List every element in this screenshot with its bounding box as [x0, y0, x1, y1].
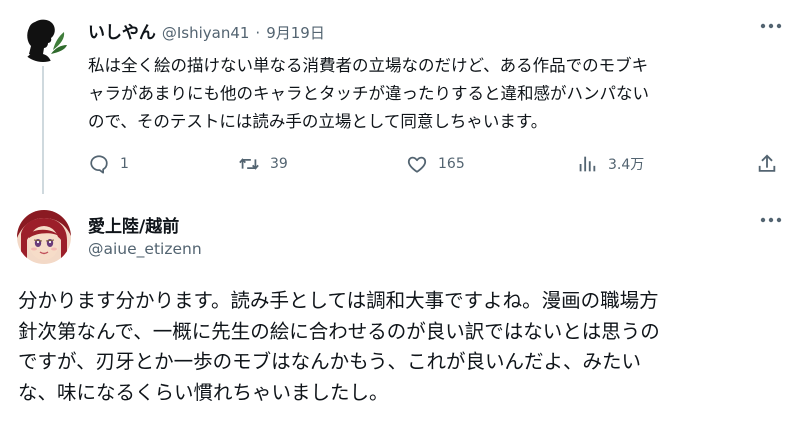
tweet-text-line: ので、そのテストには読み手の立場として同意しちゃいます。 — [88, 112, 548, 131]
tweet-text-line: な、味になるくらい慣れちゃいましたし。 — [18, 380, 389, 404]
avatar[interactable] — [17, 10, 69, 62]
tweet-date[interactable]: 9月19日 — [266, 22, 325, 43]
display-name[interactable]: いしやん — [88, 18, 156, 43]
tweet-aiue[interactable]: 愛上陸/越前 @aiue_etizenn 分かります分かります。読み手としては調… — [0, 200, 800, 435]
more-options-button[interactable] — [756, 16, 786, 36]
tweet-text: 分かります分かります。読み手としては調和大事ですよね。漫画の職場方 針次第なんで… — [18, 286, 788, 408]
tweet-text: 私は全く絵の描けない単なる消費者の立場なのだけど、ある作品でのモブキ ャラがあま… — [88, 52, 788, 136]
separator-dot: · — [255, 24, 261, 42]
tweet-ishiyan[interactable]: いしやん @Ishiyan41 · 9月19日 私は全く絵の描けない単なる消費者… — [0, 0, 800, 200]
user-handle[interactable]: @Ishiyan41 — [162, 24, 250, 42]
reply-count: 1 — [120, 156, 129, 172]
anime-girl-avatar-icon — [17, 210, 71, 264]
reply-button[interactable]: 1 — [88, 150, 129, 178]
tweet-text-line: 私は全く絵の描けない単なる消費者の立場なのだけど、ある作品でのモブキ — [88, 56, 649, 75]
analytics-bar-icon — [579, 156, 596, 172]
silhouette-avatar-icon — [17, 10, 69, 62]
like-count: 165 — [438, 156, 465, 172]
like-button[interactable]: 165 — [406, 150, 465, 178]
user-handle[interactable]: @aiue_etizenn — [88, 240, 202, 258]
reply-icon — [90, 155, 108, 174]
heart-icon — [407, 156, 427, 173]
views-count: 3.4万 — [608, 157, 645, 173]
tweet-text-line: 分かります分かります。読み手としては調和大事ですよね。漫画の職場方 — [18, 289, 659, 312]
tweet-actions: 1 39 165 3.4万 — [88, 150, 778, 178]
retweet-button[interactable]: 39 — [238, 150, 288, 178]
avatar[interactable] — [17, 210, 71, 264]
tweet-text-line: ですが、刃牙とか一歩のモブはなんかもう、これが良いんだよ、みたい — [18, 350, 642, 373]
views-button[interactable]: 3.4万 — [576, 150, 644, 178]
retweet-count: 39 — [270, 156, 288, 172]
more-horizontal-icon — [760, 23, 782, 29]
share-icon — [758, 154, 776, 172]
tweet-text-line: ャラがあまりにも他のキャラとタッチが違ったりすると違和感がハンパない — [88, 84, 649, 103]
tweet-text-line: 針次第なんで、一概に先生の絵に合わせるのが良い訳ではないとは思うの — [18, 319, 660, 343]
retweet-icon — [239, 158, 259, 170]
more-horizontal-icon — [760, 217, 782, 223]
tweet-header: いしやん @Ishiyan41 · 9月19日 — [88, 18, 325, 43]
more-options-button[interactable] — [756, 210, 786, 230]
share-button[interactable] — [756, 150, 778, 178]
display-name[interactable]: 愛上陸/越前 — [88, 212, 179, 237]
